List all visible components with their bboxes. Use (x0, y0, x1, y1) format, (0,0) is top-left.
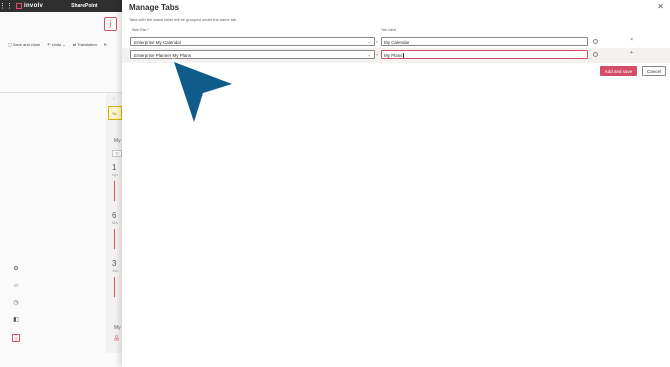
save-and-close-button[interactable]: ▢ Save and close (8, 42, 40, 47)
add-row-icon[interactable]: + (630, 50, 633, 56)
default-tab-radio[interactable] (593, 39, 598, 44)
filter-icon[interactable]: ▽ (112, 150, 122, 157)
web-part-header-label: Web Part (132, 28, 147, 32)
translation-button[interactable]: ⇄ Translation (73, 42, 97, 47)
card-month: Jun (112, 268, 119, 273)
card-month: Apr (112, 172, 119, 177)
brand-name: involv (24, 3, 44, 9)
save-and-close-label: Save and close (12, 42, 41, 47)
required-mark: * (147, 28, 149, 32)
edit-toolbar: ▢ Save and close ↶ Undo ⌄ ⇄ Translation … (8, 42, 107, 47)
chevron-down-icon: ⌄ (367, 39, 371, 44)
translation-label: Translation (77, 42, 97, 47)
card-day: 6 (112, 211, 117, 220)
card-accent-line (114, 277, 115, 297)
card-accent-line (114, 181, 115, 201)
panel-title: Manage Tabs (129, 3, 180, 12)
background-divider (0, 92, 122, 93)
card-month: Ma (112, 220, 118, 225)
web-part-value: Enterprise Planner My Plans (134, 52, 192, 58)
waffle-icon[interactable]: ⋮⋮ (0, 0, 13, 12)
remove-row-icon[interactable]: × (630, 37, 633, 43)
background-page (0, 12, 122, 367)
undo-label: Undo (51, 42, 62, 47)
back-icon[interactable]: ‹ (113, 96, 115, 102)
tab-label-value: My Calendar (384, 39, 410, 45)
calendar-card: 6 Ma (112, 211, 122, 249)
undo-chevron-icon: ⌄ (62, 42, 66, 47)
add-and-save-button[interactable]: Add and save (600, 66, 637, 76)
section-label: My (114, 138, 121, 144)
brand-logo-mark (16, 3, 22, 9)
section-icon: 品 (114, 336, 120, 342)
page-details-icon[interactable]: ▱ (12, 282, 20, 290)
app-icon: j (104, 17, 117, 31)
web-part-value: Enterprise My Calendar (134, 39, 182, 45)
tab-label-input[interactable]: My Calendar (381, 37, 588, 46)
settings-icon[interactable]: ⚙ (12, 265, 20, 273)
tab-row: Enterprise Planner My Plans ⌄ ⌐ My Plans… (122, 48, 670, 63)
calendar-card: 3 Jun (112, 259, 122, 297)
manage-tabs-panel: Manage Tabs ✕ Tabs with the same label w… (122, 0, 670, 367)
toolbar-overflow-button[interactable]: R (104, 42, 107, 47)
text-caret (403, 52, 404, 58)
warning-banner: Yo (108, 106, 122, 120)
brand-logo[interactable]: involv (16, 3, 43, 9)
tab-label-value: My Plans (384, 52, 403, 58)
link-icon: ⌐ (376, 52, 379, 57)
web-part-select[interactable]: Enterprise My Calendar ⌄ (130, 37, 375, 46)
web-part-select[interactable]: Enterprise Planner My Plans ⌄ (130, 50, 375, 59)
card-day: 1 (112, 163, 117, 172)
panel-description: Tabs with the same label will be grouped… (129, 17, 238, 22)
analytics-icon[interactable]: ◷ (12, 299, 20, 307)
card-day: 3 (112, 259, 117, 268)
app-name[interactable]: SharePoint (71, 3, 97, 9)
section-label: My (114, 325, 121, 331)
link-icon: ⌐ (376, 39, 379, 44)
web-part-column-header: Web Part * (132, 28, 149, 32)
calendar-card: 1 Apr (112, 163, 122, 201)
design-icon[interactable]: ◧ (12, 316, 20, 324)
card-accent-line (114, 229, 115, 249)
undo-button[interactable]: ↶ Undo ⌄ (47, 42, 66, 47)
tab-label-column-header: Tab Label (381, 28, 397, 32)
default-tab-radio[interactable] (593, 52, 598, 57)
tab-label-input[interactable]: My Plans (381, 50, 588, 59)
chevron-down-icon: ⌄ (367, 52, 371, 57)
app-tab-icon[interactable]: j (12, 334, 20, 342)
close-icon[interactable]: ✕ (657, 2, 664, 11)
cancel-button[interactable]: Cancel (642, 66, 666, 76)
